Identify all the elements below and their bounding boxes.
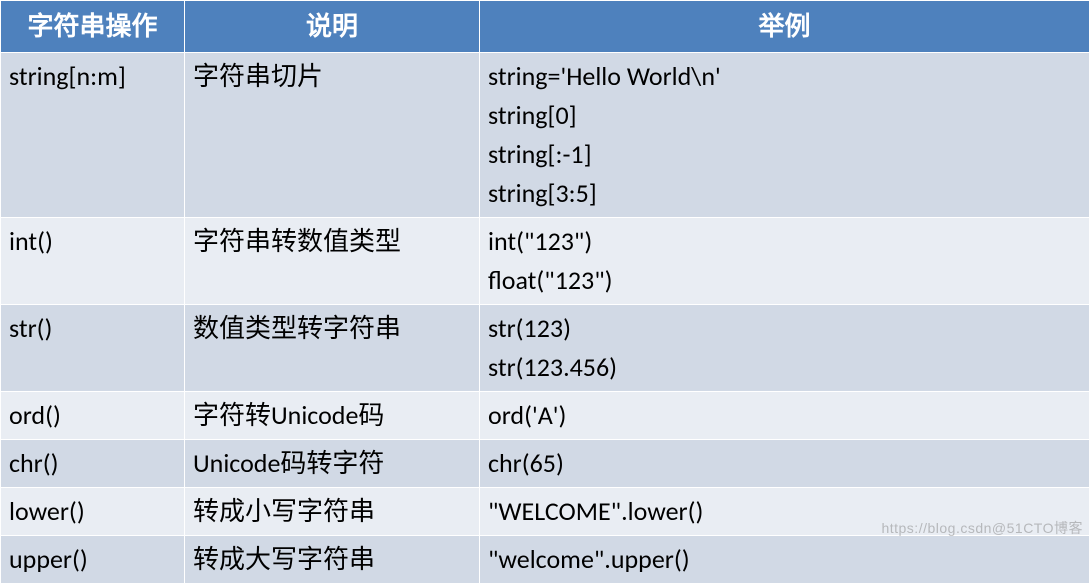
cell-description: 转成小写字符串 <box>185 488 480 536</box>
cell-example: string='Hello World\n' string[0] string[… <box>480 53 1090 218</box>
cell-description: 字符转Unicode码 <box>185 392 480 440</box>
example-line: "WELCOME".lower() <box>488 495 703 527</box>
cell-operation: ord() <box>1 392 185 440</box>
cell-description: Unicode码转字符 <box>185 440 480 488</box>
example-line: "welcome".upper() <box>488 543 690 575</box>
header-description: 说明 <box>185 1 480 53</box>
cell-operation: str() <box>1 305 185 392</box>
cell-operation: lower() <box>1 488 185 536</box>
header-example: 举例 <box>480 1 1090 53</box>
table-row: ord() 字符转Unicode码 ord('A') <box>1 392 1090 440</box>
cell-example: "welcome".upper() <box>480 536 1090 584</box>
cell-example: chr(65) <box>480 440 1090 488</box>
cell-example: ord('A') <box>480 392 1090 440</box>
cell-description: 数值类型转字符串 <box>185 305 480 392</box>
example-line: ord('A') <box>488 399 566 431</box>
cell-description: 转成大写字符串 <box>185 536 480 584</box>
cell-example: int("123") float("123") <box>480 218 1090 305</box>
table-row: string[n:m] 字符串切片 string='Hello World\n'… <box>1 53 1090 218</box>
table-row: int() 字符串转数值类型 int("123") float("123") <box>1 218 1090 305</box>
example-line: float("123") <box>488 264 613 296</box>
cell-operation: int() <box>1 218 185 305</box>
header-row: 字符串操作 说明 举例 <box>1 1 1090 53</box>
table-row: chr() Unicode码转字符 chr(65) <box>1 440 1090 488</box>
example-line: string[:-1] <box>488 138 592 170</box>
string-operations-table: 字符串操作 说明 举例 string[n:m] 字符串切片 string='He… <box>0 0 1090 584</box>
example-line: str(123.456) <box>488 351 617 383</box>
example-line: string[0] <box>488 99 577 131</box>
cell-operation: chr() <box>1 440 185 488</box>
cell-operation: string[n:m] <box>1 53 185 218</box>
example-line: int("123") <box>488 225 592 257</box>
table-row: upper() 转成大写字符串 "welcome".upper() <box>1 536 1090 584</box>
cell-description: 字符串转数值类型 <box>185 218 480 305</box>
cell-description: 字符串切片 <box>185 53 480 218</box>
cell-example: str(123) str(123.456) <box>480 305 1090 392</box>
example-line: str(123) <box>488 312 571 344</box>
cell-operation: upper() <box>1 536 185 584</box>
example-line: string='Hello World\n' <box>488 60 721 92</box>
example-line: chr(65) <box>488 447 564 479</box>
watermark: https://blog.csdn@51CTO博客 <box>881 518 1083 538</box>
example-line: string[3:5] <box>488 177 597 209</box>
table-row: str() 数值类型转字符串 str(123) str(123.456) <box>1 305 1090 392</box>
header-operation: 字符串操作 <box>1 1 185 53</box>
